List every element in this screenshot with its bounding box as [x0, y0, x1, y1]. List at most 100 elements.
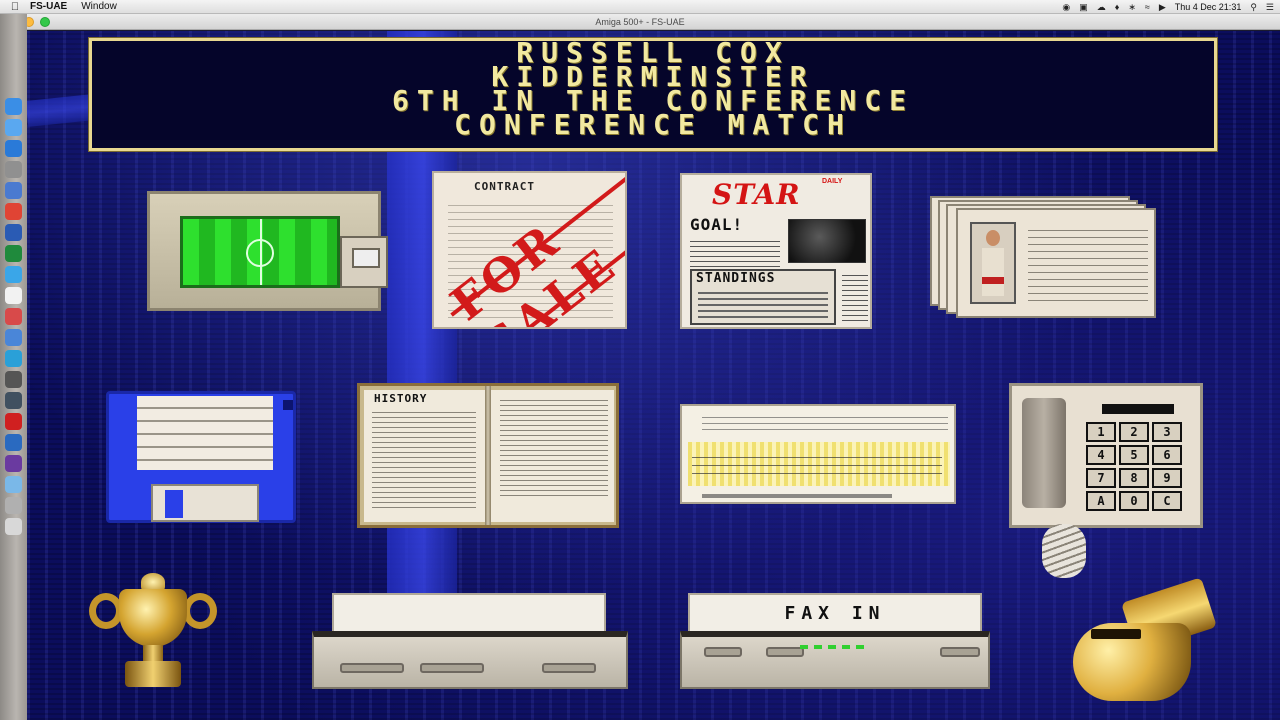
notes-icon[interactable]	[5, 287, 22, 304]
phone-key: C	[1152, 491, 1182, 511]
history-heading: HISTORY	[374, 392, 428, 405]
fax-button	[940, 647, 980, 657]
appstore-icon[interactable]	[5, 140, 22, 157]
whistle-slot	[1091, 629, 1141, 639]
write-protect-tab	[283, 400, 293, 410]
history-book-icon[interactable]: HISTORY	[357, 383, 619, 528]
safari-icon[interactable]	[5, 119, 22, 136]
printer-icon[interactable]	[312, 593, 628, 693]
pencil-icon[interactable]	[5, 455, 22, 472]
phone-key: 3	[1152, 422, 1182, 442]
cheque-icon[interactable]	[680, 404, 956, 504]
book-text	[372, 408, 476, 512]
printer-button	[542, 663, 596, 673]
whistle-icon[interactable]	[1067, 577, 1217, 701]
phone-key: A	[1086, 491, 1116, 511]
cheque-footer	[702, 494, 892, 498]
word-icon[interactable]	[5, 224, 22, 241]
newspaper-photo	[788, 219, 866, 263]
newspaper-icon[interactable]: STAR DAILY GOAL! STANDINGS	[680, 173, 872, 329]
bell-icon[interactable]: ♦	[1115, 2, 1120, 12]
standings-box: STANDINGS	[690, 269, 836, 325]
phone-key: 1	[1086, 422, 1116, 442]
bluetooth-icon[interactable]: ∗	[1128, 2, 1136, 13]
manager-info-board: RUSSELL COX KIDDERMINSTER 6TH IN THE CON…	[88, 37, 1218, 152]
window-title-bar: Amiga 500+ - FS-UAE	[0, 14, 1280, 30]
apple-menu-icon[interactable]: 	[0, 1, 30, 13]
fax-button	[704, 647, 742, 657]
lock-icon[interactable]: ▣	[1079, 2, 1088, 13]
cheque-header	[702, 412, 948, 434]
contract-heading: CONTRACT	[474, 180, 535, 193]
stadium-pitch-icon[interactable]	[147, 191, 388, 311]
phone-handset	[1022, 398, 1066, 508]
app-menu[interactable]: FS-UAE	[30, 1, 67, 12]
cloud-icon[interactable]: ☁	[1097, 2, 1106, 13]
volume-icon[interactable]: ▶	[1159, 2, 1166, 13]
skype-icon[interactable]	[5, 329, 22, 346]
phone-display	[1102, 404, 1174, 414]
chrome-icon[interactable]	[5, 203, 22, 220]
wifi-icon[interactable]: ≈	[1145, 2, 1150, 12]
launchpad-icon[interactable]	[5, 161, 22, 178]
player-photo	[970, 222, 1016, 304]
fax-leds	[800, 645, 870, 649]
list-icon[interactable]: ☰	[1266, 2, 1274, 13]
cheque-lines	[692, 450, 942, 480]
terminal-icon[interactable]	[5, 371, 22, 388]
player-details	[1028, 224, 1148, 304]
fax-label: FAX IN	[784, 603, 886, 624]
standings-table	[698, 288, 828, 320]
printer-button	[340, 663, 404, 673]
newspaper-headline: GOAL!	[690, 215, 744, 234]
finder-icon[interactable]	[5, 98, 22, 115]
floppy-disk-icon[interactable]	[106, 391, 296, 523]
status-area: ◉ ▣ ☁ ♦ ∗ ≈ ▶ Thu 4 Dec 21:31 ⚲ ☰	[1062, 0, 1274, 14]
newspaper-text	[690, 237, 780, 267]
downloads-icon[interactable]	[5, 497, 22, 514]
window-menu[interactable]: Window	[81, 1, 117, 12]
phone-keypad: 1 2 3 4 5 6 7 8 9 A 0 C	[1086, 422, 1182, 511]
phone-key: 0	[1119, 491, 1149, 511]
mail-icon[interactable]	[5, 308, 22, 325]
trophy-icon[interactable]	[89, 571, 219, 689]
phone-key: 9	[1152, 468, 1182, 488]
preview-icon[interactable]	[5, 182, 22, 199]
printer-body	[312, 631, 628, 689]
phone-key: 6	[1152, 445, 1182, 465]
pitch-grass	[180, 216, 340, 288]
telephone-icon[interactable]: 1 2 3 4 5 6 7 8 9 A 0 C	[1009, 383, 1203, 578]
printer-paper	[332, 593, 606, 633]
standings-label: STANDINGS	[696, 271, 776, 286]
search-icon[interactable]: ⚲	[1250, 2, 1257, 13]
disk-label	[137, 396, 273, 470]
fax-in-icon[interactable]: FAX IN	[680, 593, 990, 693]
player-files-icon[interactable]	[930, 188, 1160, 318]
opera-icon[interactable]	[5, 413, 22, 430]
zoom-button[interactable]	[40, 17, 50, 27]
network-icon[interactable]	[5, 434, 22, 451]
player-profile-card	[956, 208, 1156, 318]
messages-icon[interactable]	[5, 350, 22, 367]
xcode-icon[interactable]	[5, 392, 22, 409]
game-screen[interactable]: RUSSELL COX KIDDERMINSTER 6TH IN THE CON…	[27, 31, 1280, 720]
window-title: Amiga 500+ - FS-UAE	[595, 17, 685, 27]
phone-key: 7	[1086, 468, 1116, 488]
scoreboard-box	[340, 236, 388, 288]
fax-button	[766, 647, 804, 657]
menu-bar:  FS-UAE Window ◉ ▣ ☁ ♦ ∗ ≈ ▶ Thu 4 Dec …	[0, 0, 1280, 14]
newspaper-masthead: STAR	[712, 178, 801, 211]
folder-icon[interactable]	[5, 476, 22, 493]
record-icon[interactable]: ◉	[1062, 2, 1070, 13]
dock	[0, 14, 27, 720]
phone-key: 2	[1119, 422, 1149, 442]
twitter-icon[interactable]	[5, 266, 22, 283]
contract-for-sale-icon[interactable]: CONTRACT FOR SALE	[432, 171, 627, 329]
excel-icon[interactable]	[5, 245, 22, 262]
trash-icon[interactable]	[5, 518, 22, 535]
clock[interactable]: Thu 4 Dec 21:31	[1175, 2, 1242, 12]
trophy-base	[125, 661, 181, 687]
trophy-cup	[119, 589, 187, 647]
trophy-handle	[183, 593, 217, 629]
trophy-handle	[89, 593, 123, 629]
